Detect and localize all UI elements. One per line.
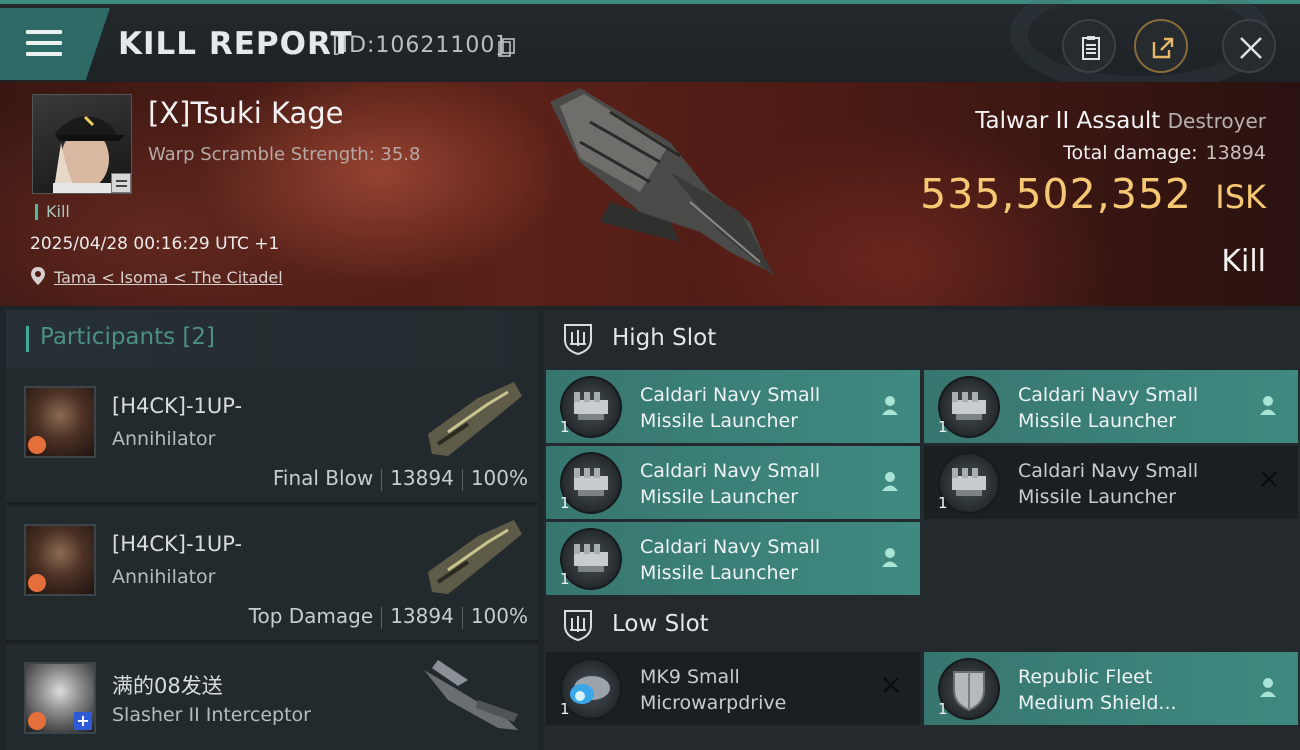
kill-id: [ID:10621100] [332,33,505,58]
module-name: Caldari Navy Small Missile Launcher [640,536,821,584]
page-title: KILL REPORT [118,26,353,62]
corp-badge-icon [28,712,46,730]
menu-button[interactable] [0,8,110,80]
low-slot-header: Low Slot [544,596,1300,654]
module-item[interactable]: 1 Republic Fleet Medium Shield... [924,652,1298,725]
close-button[interactable] [1222,19,1276,73]
pin-icon [31,267,45,285]
participant-stats: Top Damage 13894 100% [249,604,528,629]
module-item[interactable]: 1 Caldari Navy Small Missile Launcher [546,522,920,595]
module-quantity: 1 [938,418,948,436]
participant-ship-image [428,382,522,456]
participant-name: 满的08发送 [112,674,223,698]
participants-count: [2] [182,324,216,350]
pilot-icon [1260,396,1276,415]
module-name: Caldari Navy Small Missile Launcher [1018,460,1199,508]
participant-ship: Annihilator [112,566,216,588]
participant-ship-image [428,520,522,594]
header-accent-bar [26,326,29,352]
participant-row[interactable]: [H4CK]-1UP- Annihilator Final Blow 13894 1… [6,368,538,504]
kill-result-label: Kill [1221,244,1266,279]
share-icon [1152,37,1174,59]
total-damage: Total damage: 13894 [1063,142,1266,164]
module-name: Republic Fleet Medium Shield... [1018,666,1177,714]
participants-title: Participants [2] [40,324,216,350]
copy-icon[interactable] [498,38,516,58]
destroyed-x-icon [883,677,899,693]
participant-avatar[interactable]: + [24,662,96,734]
pilot-icon [882,472,898,491]
victim-avatar[interactable] [32,94,132,194]
module-item[interactable]: 1 Caldari Navy Small Missile Launcher [924,370,1298,443]
shield-icon [564,324,592,356]
close-icon [1240,37,1262,59]
participant-role: Top Damage [248,604,374,628]
victim-ship-image [550,88,775,277]
victim-banner: [X]Tsuki Kage Warp Scramble Strength: 35… [0,82,1300,306]
add-contact-icon: + [74,712,92,730]
module-quantity: 1 [560,494,570,512]
module-name: Caldari Navy Small Missile Launcher [640,460,821,508]
kill-datetime: 2025/04/28 00:16:29 UTC +1 [30,234,280,254]
participant-avatar[interactable] [24,524,96,596]
participant-percent: 100% [470,466,528,490]
module-quantity: 1 [560,700,570,718]
module-name: Caldari Navy Small Missile Launcher [640,384,821,432]
high-slot-title: High Slot [612,325,717,351]
participant-avatar[interactable] [24,386,96,458]
total-damage-label: Total damage: [1063,142,1198,164]
fitting-panel: High Slot 1 Caldari Navy Small Missile La… [544,310,1300,750]
destroyed-x-icon [1261,471,1277,487]
menu-icon [26,30,62,58]
kill-tag: Kill [35,204,70,220]
module-quantity: 1 [938,494,948,512]
participant-damage: 13894 [390,604,454,628]
clipboard-icon [1082,36,1100,60]
participant-ship-image [424,660,518,730]
corp-badge-icon [28,436,46,454]
warp-scramble-strength: Warp Scramble Strength: 35.8 [148,144,421,165]
participant-row[interactable]: + 满的08发送 Slasher II Interceptor [6,644,538,750]
victim-name[interactable]: [X]Tsuki Kage [148,96,344,130]
module-quantity: 1 [560,418,570,436]
clipboard-button[interactable] [1062,19,1116,73]
pilot-icon [882,548,898,567]
shield-icon [564,610,592,642]
low-slot-title: Low Slot [612,611,709,637]
isk-value: 535,502,352 [920,170,1192,218]
module-item[interactable]: 1 Caldari Navy Small Missile Launcher [546,446,920,519]
total-damage-value: 13894 [1205,142,1266,164]
module-item[interactable]: 1 Caldari Navy Small Missile Launcher [546,370,920,443]
participant-name: [H4CK]-1UP- [112,532,243,556]
participant-stats: Final Blow 13894 100% [273,466,528,491]
participant-damage: 13894 [390,466,454,490]
victim-ship-class: Destroyer [1167,109,1266,133]
module-quantity: 1 [938,700,948,718]
participant-row[interactable]: [H4CK]-1UP- Annihilator Top Damage 13894 1… [6,506,538,642]
module-name: Caldari Navy Small Missile Launcher [1018,384,1199,432]
victim-ship[interactable]: Talwar II Assault Destroyer [975,108,1266,134]
participant-ship: Slasher II Interceptor [112,704,311,726]
high-slot-header: High Slot [544,310,1300,368]
kill-location-link[interactable]: Tama < Isoma < The Citadel [54,268,283,287]
pilot-icon [882,396,898,415]
module-name: MK9 Small Microwarpdrive [640,666,787,714]
participant-role: Final Blow [272,466,374,490]
pilot-icon [1260,678,1276,697]
participants-panel: Participants [2] [H4CK]-1UP- Annihilator… [6,310,538,750]
isk-unit: ISK [1215,178,1266,216]
avatar-menu-badge [111,173,131,193]
participants-header: Participants [2] [6,310,538,368]
participant-name: [H4CK]-1UP- [112,394,243,418]
top-bar: KILL REPORT [ID:10621100] [0,0,1300,94]
participant-ship: Annihilator [112,428,216,450]
module-item[interactable]: 1 MK9 Small Microwarpdrive [546,652,920,725]
kill-report-screen: KILL REPORT [ID:10621100] [X]Tsuki Kage … [0,0,1300,750]
participant-percent: 100% [470,604,528,628]
corp-badge-icon [28,574,46,592]
share-button[interactable] [1134,19,1188,73]
module-quantity: 1 [560,570,570,588]
module-item[interactable]: 1 Caldari Navy Small Missile Launcher [924,446,1298,519]
victim-ship-name: Talwar II Assault [975,108,1161,134]
